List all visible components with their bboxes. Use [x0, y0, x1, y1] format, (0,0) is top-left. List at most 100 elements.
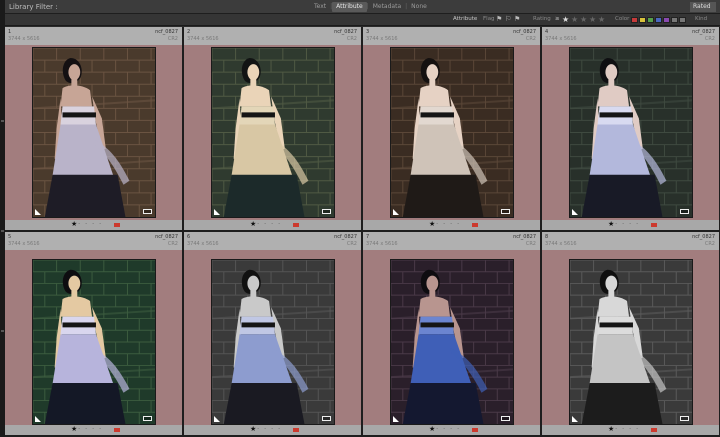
rating-star-icon[interactable]: ★: [429, 220, 435, 229]
thumbnail-cell[interactable]: 5 ncf_0827 3744 x 5616 CR2 ★ · · · ·: [5, 232, 182, 435]
thumbnail-extension: CR2: [346, 241, 357, 247]
rating-star-icon[interactable]: ·: [457, 220, 459, 229]
rating-star-icon[interactable]: ·: [436, 425, 438, 434]
color-swatch-custom[interactable]: [671, 17, 678, 23]
color-label-badge[interactable]: [651, 428, 657, 432]
rating-star-icon[interactable]: ★: [571, 15, 578, 24]
thumbnail-photo[interactable]: [211, 47, 335, 218]
thumbnail-photo[interactable]: [211, 259, 335, 425]
rating-star-icon[interactable]: ·: [271, 425, 273, 434]
thumbnail-photo[interactable]: [390, 259, 514, 425]
rating-operator[interactable]: ≥: [555, 16, 560, 22]
rating-star-icon[interactable]: ★: [608, 425, 614, 434]
color-swatch-green[interactable]: [647, 17, 654, 23]
flag-picked-icon[interactable]: ⚑: [496, 16, 502, 23]
color-label-badge[interactable]: [472, 428, 478, 432]
tab-metadata[interactable]: Metadata: [369, 2, 405, 12]
thumbnail-index: 8: [545, 234, 549, 240]
develop-badge-icon[interactable]: [322, 209, 331, 214]
tab-none[interactable]: None: [407, 2, 431, 12]
color-label-badge[interactable]: [114, 428, 120, 432]
develop-badge-icon[interactable]: [143, 209, 152, 214]
color-label-badge[interactable]: [472, 223, 478, 227]
thumbnail-photo[interactable]: [390, 47, 514, 218]
rating-star-icon[interactable]: ★: [580, 15, 587, 24]
thumbnail-cell[interactable]: 6 ncf_0827 3744 x 5616 CR2 ★ · · · ·: [184, 232, 361, 435]
rating-star-icon[interactable]: ·: [443, 220, 445, 229]
thumbnail-cell[interactable]: 3 ncf_0827 3744 x 5616 CR2 ★ · · · ·: [363, 27, 540, 230]
rating-star-icon[interactable]: ·: [85, 425, 87, 434]
thumbnail-index: 1: [8, 29, 12, 35]
develop-badge-icon[interactable]: [680, 209, 689, 214]
develop-badge-icon[interactable]: [501, 416, 510, 421]
color-swatch-blue[interactable]: [655, 17, 662, 23]
flag-rejected-icon[interactable]: ⚑: [514, 16, 520, 23]
rating-star-icon[interactable]: ·: [99, 425, 101, 434]
virtual-copy-corner-icon: [35, 416, 41, 422]
develop-badge-icon[interactable]: [680, 416, 689, 421]
thumbnail-photo[interactable]: [569, 259, 693, 425]
rating-star-icon[interactable]: ·: [615, 425, 617, 434]
thumbnail-photo[interactable]: [32, 259, 156, 425]
color-swatch-red[interactable]: [631, 17, 638, 23]
rating-star-icon[interactable]: ·: [436, 220, 438, 229]
rating-star-icon[interactable]: ★: [608, 220, 614, 229]
rating-star-icon[interactable]: ★: [589, 15, 596, 24]
rating-star-icon[interactable]: ·: [278, 220, 280, 229]
rating-star-icon[interactable]: ★: [250, 425, 256, 434]
rating-star-icon[interactable]: ·: [264, 425, 266, 434]
develop-badge-icon[interactable]: [501, 209, 510, 214]
thumbnail-cell[interactable]: 8 ncf_0827 3744 x 5616 CR2 ★ · · · ·: [542, 232, 719, 435]
rating-star-icon[interactable]: ·: [78, 425, 80, 434]
thumbnail-filename: ncf_0827: [513, 234, 536, 240]
color-swatch-yellow[interactable]: [639, 17, 646, 23]
rating-star-icon[interactable]: ★: [429, 425, 435, 434]
tab-attribute[interactable]: Attribute: [332, 1, 367, 12]
rating-star-icon[interactable]: ·: [615, 220, 617, 229]
rating-star-icon[interactable]: ·: [629, 220, 631, 229]
color-label-badge[interactable]: [293, 223, 299, 227]
rating-star-icon[interactable]: ·: [636, 425, 638, 434]
color-swatch-none[interactable]: [679, 17, 686, 23]
color-label-badge[interactable]: [293, 428, 299, 432]
rating-star-icon[interactable]: ·: [257, 425, 259, 434]
thumbnail-dimensions: 3744 x 5616: [366, 241, 398, 247]
rating-star-icon[interactable]: ·: [78, 220, 80, 229]
rating-star-icon[interactable]: ★: [562, 15, 569, 24]
rating-star-icon[interactable]: ·: [457, 425, 459, 434]
color-label-badge[interactable]: [651, 223, 657, 227]
rating-star-icon[interactable]: ·: [257, 220, 259, 229]
rating-star-icon[interactable]: ·: [443, 425, 445, 434]
rating-star-icon[interactable]: ·: [264, 220, 266, 229]
thumbnail-cell[interactable]: 1 ncf_0827 3744 x 5616 CR2 ★ · · · ·: [5, 27, 182, 230]
thumbnail-cell[interactable]: 7 ncf_0827 3744 x 5616 CR2 ★ · · · ·: [363, 232, 540, 435]
rating-star-icon[interactable]: ·: [271, 220, 273, 229]
thumbnail-photo[interactable]: [32, 47, 156, 218]
thumbnail-cell[interactable]: 2 ncf_0827 3744 x 5616 CR2 ★ · · · ·: [184, 27, 361, 230]
tab-text[interactable]: Text: [310, 2, 330, 12]
rating-star-icon[interactable]: ★: [71, 220, 77, 229]
rating-star-icon[interactable]: ·: [629, 425, 631, 434]
filter-preset-dropdown[interactable]: Rated: [690, 2, 716, 12]
rating-star-icon[interactable]: ·: [622, 425, 624, 434]
color-swatch-purple[interactable]: [663, 17, 670, 23]
thumbnail-cell[interactable]: 4 ncf_0827 3744 x 5616 CR2 ★ · · · ·: [542, 27, 719, 230]
rating-star-icon[interactable]: ·: [99, 220, 101, 229]
rating-star-icon[interactable]: ·: [636, 220, 638, 229]
rating-star-icon[interactable]: ·: [450, 220, 452, 229]
rating-star-icon[interactable]: ·: [92, 220, 94, 229]
flag-unflagged-icon[interactable]: ⚐: [505, 16, 511, 23]
rating-star-icon[interactable]: ·: [450, 425, 452, 434]
develop-badge-icon[interactable]: [322, 416, 331, 421]
rating-star-icon[interactable]: ·: [85, 220, 87, 229]
develop-badge-icon[interactable]: [143, 416, 152, 421]
color-label-badge[interactable]: [114, 223, 120, 227]
thumbnail-photo[interactable]: [569, 47, 693, 218]
rating-star-icon[interactable]: ★: [71, 425, 77, 434]
rating-star-icon[interactable]: ·: [92, 425, 94, 434]
rating-star-icon[interactable]: ★: [250, 220, 256, 229]
rating-star-icon[interactable]: ·: [622, 220, 624, 229]
rating-star-icon[interactable]: ★: [598, 15, 605, 24]
thumbnail-index: 5: [8, 234, 12, 240]
rating-star-icon[interactable]: ·: [278, 425, 280, 434]
